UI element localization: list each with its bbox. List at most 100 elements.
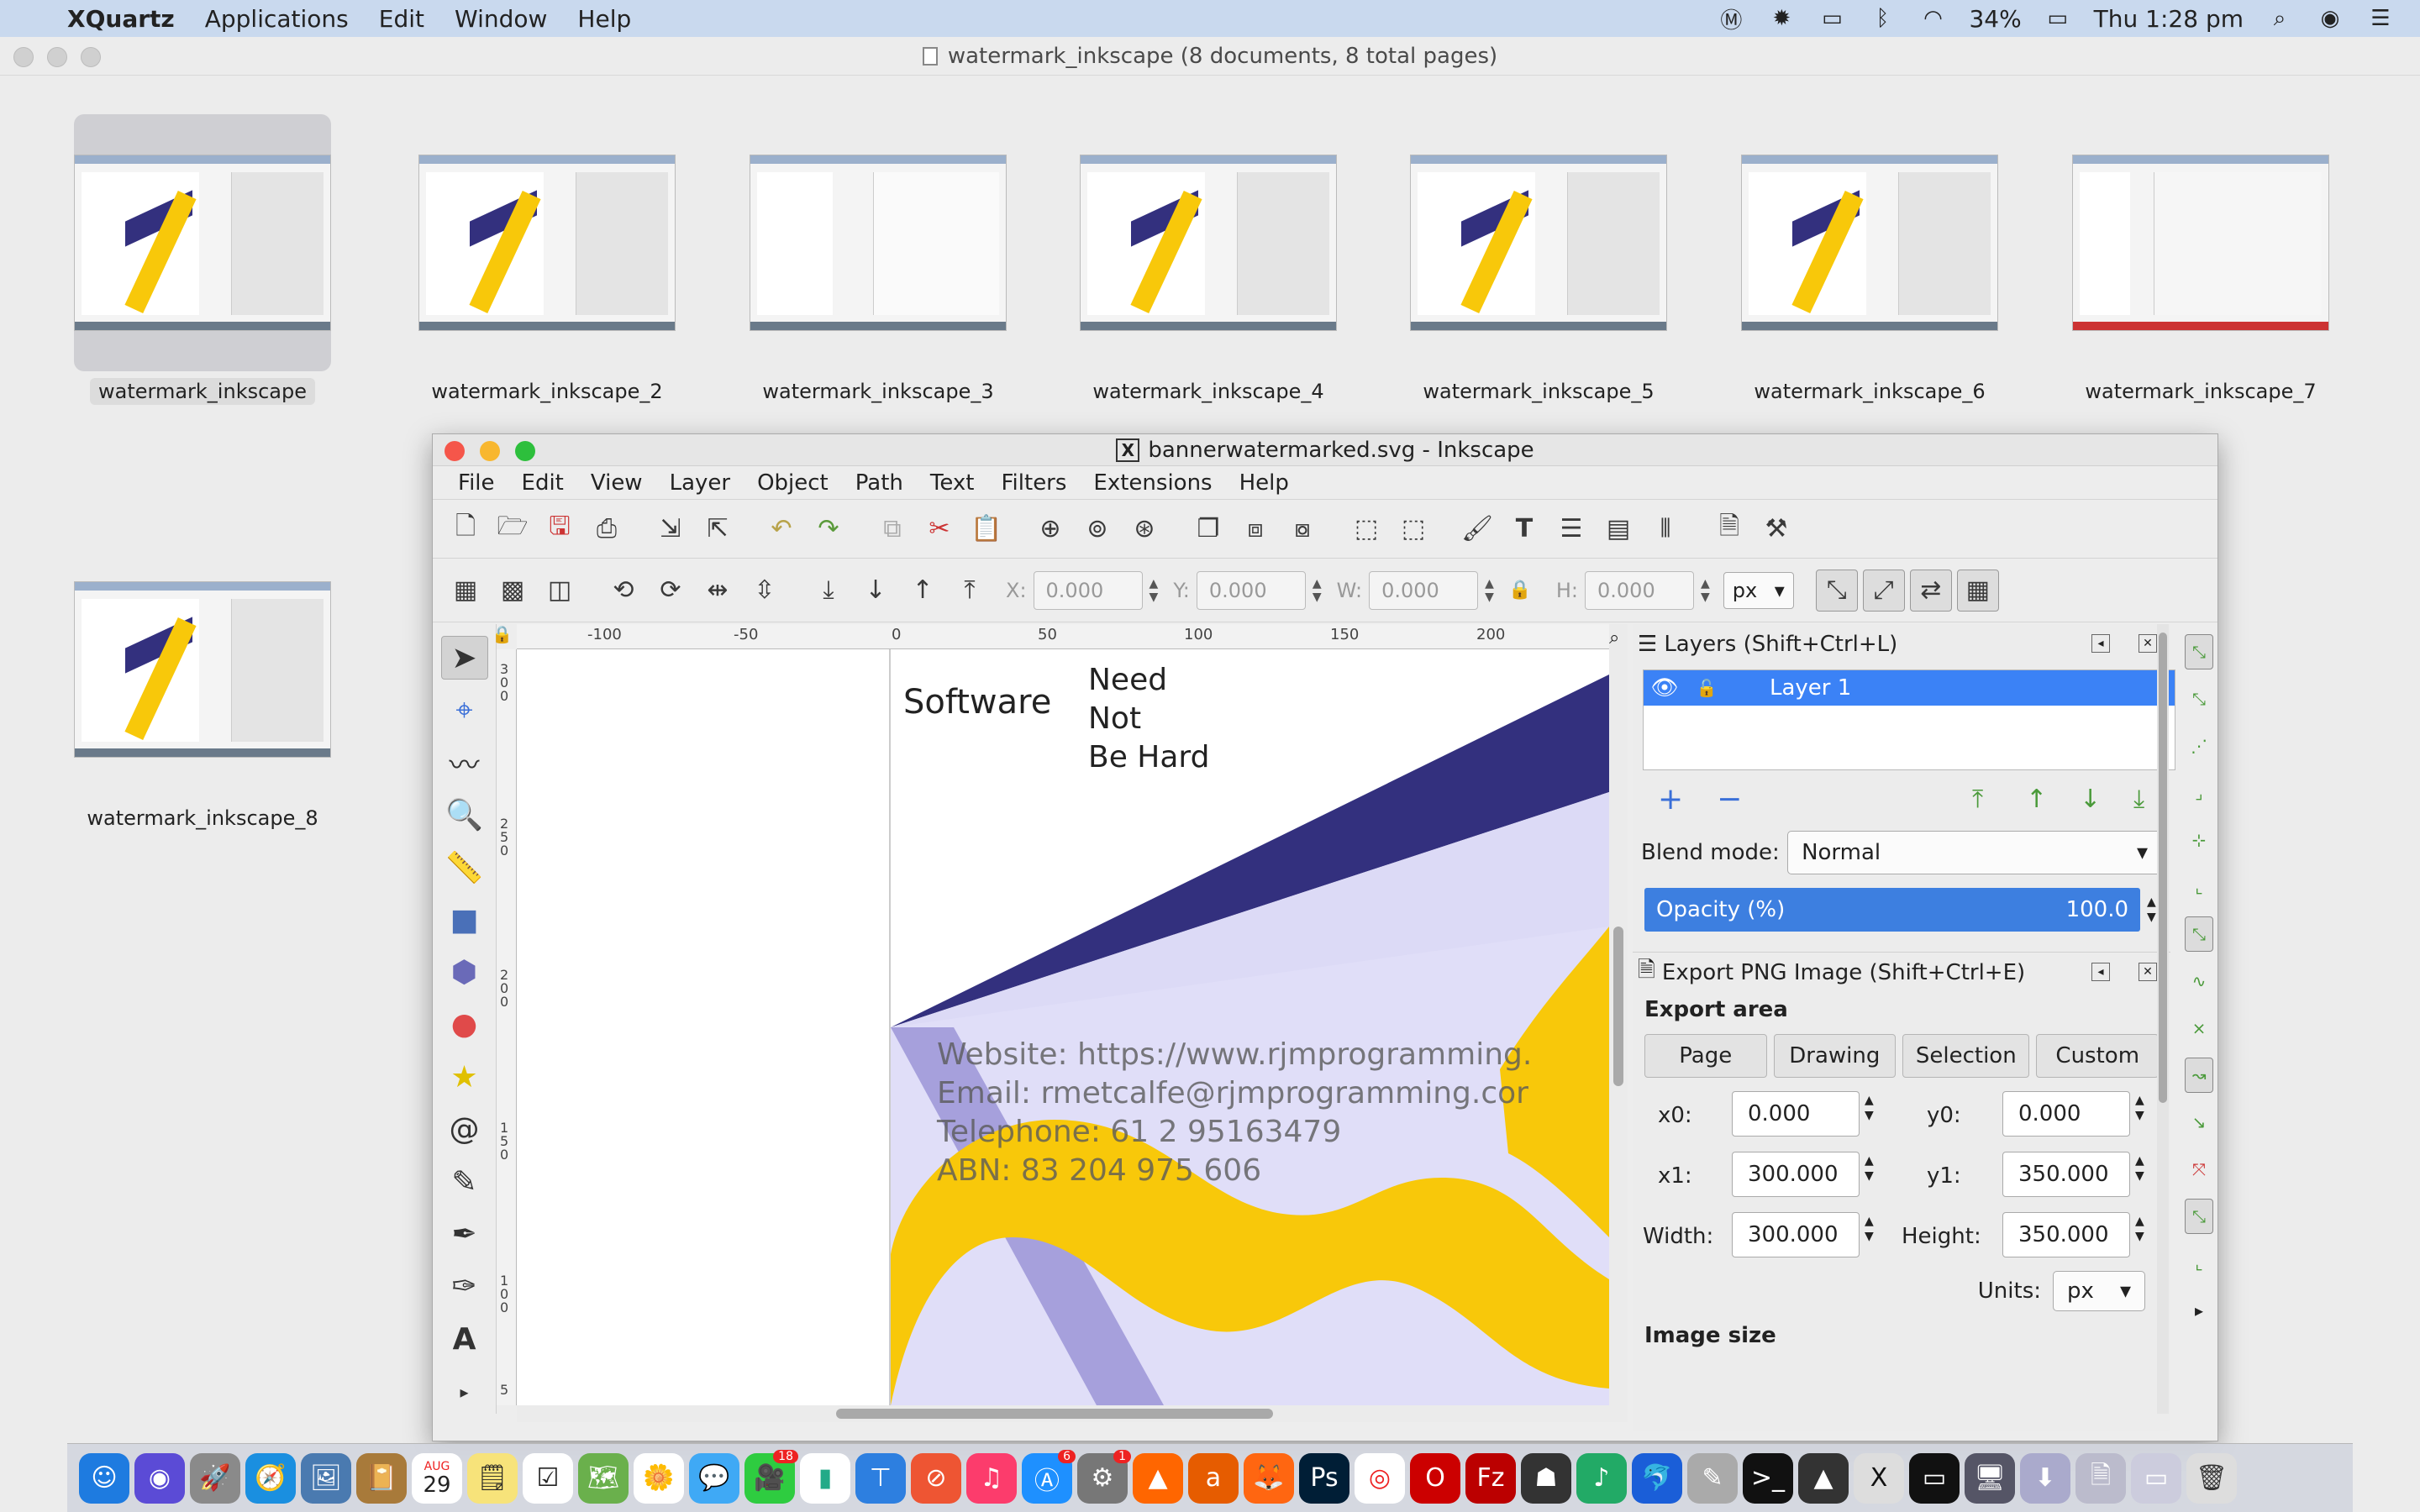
- move-patterns-icon[interactable]: ▦: [1956, 569, 1999, 612]
- y-input[interactable]: 0.000: [1196, 570, 1306, 610]
- menu-edit[interactable]: Edit: [508, 470, 577, 496]
- finder-icon[interactable]: ☺: [79, 1452, 129, 1504]
- import-icon[interactable]: ⇲: [650, 508, 692, 550]
- bluetooth-icon[interactable]: ᛒ: [1868, 6, 1897, 31]
- xquartz-dock-icon[interactable]: X: [1854, 1452, 1904, 1504]
- safari-icon[interactable]: 🧭: [245, 1452, 296, 1504]
- layer-name[interactable]: Layer 1: [1770, 675, 1851, 701]
- x1-stepper-icon[interactable]: ▲ ▼: [1865, 1153, 1874, 1184]
- thumbnail-8[interactable]: watermark_inkscape_8: [74, 541, 331, 832]
- fill-stroke-icon[interactable]: 🖌: [1456, 508, 1498, 550]
- units-select[interactable]: px ▾: [2053, 1271, 2145, 1311]
- panel-close-icon[interactable]: ✕: [2139, 963, 2157, 981]
- siri-icon[interactable]: ◉: [2316, 6, 2344, 31]
- select-all-icon[interactable]: ▦: [445, 570, 487, 612]
- numbers-icon[interactable]: ▮: [800, 1452, 850, 1504]
- raise-layer-icon[interactable]: ↑: [2026, 785, 2047, 814]
- spiral-tool-icon[interactable]: @: [441, 1108, 488, 1152]
- opacity-slider[interactable]: Opacity (%) 100.0: [1644, 888, 2140, 932]
- lower-bottom-icon[interactable]: ⤓: [808, 570, 850, 612]
- photoshop-icon[interactable]: Ps: [1299, 1452, 1349, 1504]
- group-icon[interactable]: ⬚: [1345, 508, 1387, 550]
- layer-row[interactable]: 👁 🔓 Layer 1: [1644, 670, 2175, 706]
- snap-enable-icon[interactable]: ⤡: [2185, 634, 2213, 669]
- select-all-layers-icon[interactable]: ▩: [492, 570, 534, 612]
- rotate-cw-icon[interactable]: ⟳: [650, 570, 692, 612]
- mysql-icon[interactable]: 🐬: [1632, 1452, 1682, 1504]
- y0-stepper-icon[interactable]: ▲ ▼: [2135, 1093, 2144, 1123]
- desktop-stack-icon[interactable]: ▭: [2131, 1452, 2181, 1504]
- spotlight-search-icon[interactable]: ⌕: [2265, 6, 2294, 31]
- document-properties-icon[interactable]: 🗎: [1708, 508, 1750, 550]
- more-snaps-icon[interactable]: ▸: [2185, 1293, 2213, 1328]
- panel-iconify-icon[interactable]: ◂: [2091, 634, 2110, 653]
- x0-stepper-icon[interactable]: ▲ ▼: [1865, 1093, 1874, 1123]
- close-button[interactable]: [13, 47, 34, 67]
- documents-stack-icon[interactable]: 🗎: [2075, 1452, 2126, 1504]
- preferences-icon[interactable]: ⚒: [1755, 508, 1797, 550]
- width-input[interactable]: 300.000: [1732, 1212, 1860, 1257]
- battery-percent[interactable]: 34%: [1969, 5, 2021, 33]
- node-tool-icon[interactable]: ⌖: [441, 688, 488, 732]
- facetime-icon[interactable]: 🎥 18: [744, 1449, 798, 1504]
- thumbnail-5[interactable]: watermark_inkscape_5: [1410, 114, 1667, 405]
- menu-object[interactable]: Object: [744, 470, 842, 496]
- chrome-icon[interactable]: ◎: [1355, 1452, 1405, 1504]
- xml-editor-icon[interactable]: ▤: [1597, 508, 1639, 550]
- height-input[interactable]: 350.000: [2002, 1212, 2130, 1257]
- paste-icon[interactable]: 📋: [965, 508, 1007, 550]
- notification-center-icon[interactable]: ☰: [2366, 6, 2395, 31]
- menu-help[interactable]: Help: [1226, 470, 1302, 496]
- thumbnail-6[interactable]: watermark_inkscape_6: [1741, 114, 1998, 405]
- y0-input[interactable]: 0.000: [2002, 1091, 2130, 1137]
- snap-nodes-icon[interactable]: ⤡: [2185, 916, 2213, 952]
- duplicate-icon[interactable]: ❐: [1187, 508, 1229, 550]
- trash-icon[interactable]: 🗑: [2186, 1452, 2237, 1504]
- w-stepper-icon[interactable]: ▲ ▼: [1485, 577, 1494, 604]
- snap-bbox-edge-icon[interactable]: ⋰: [2185, 728, 2213, 764]
- menubar-item-window[interactable]: Window: [439, 5, 562, 33]
- align-distribute-icon[interactable]: ⫴: [1644, 508, 1686, 550]
- snap-centers-icon[interactable]: ⤧: [2185, 1152, 2213, 1187]
- snap-paths-icon[interactable]: ∿: [2185, 963, 2213, 999]
- menubar-item-help[interactable]: Help: [562, 5, 646, 33]
- export-custom-button[interactable]: Custom: [2036, 1034, 2159, 1078]
- vlc-icon[interactable]: ▲: [1133, 1452, 1183, 1504]
- snap-smooth-nodes-icon[interactable]: ↝: [2185, 1058, 2213, 1093]
- preview-icon[interactable]: 🖼: [301, 1452, 351, 1504]
- menu-layer[interactable]: Layer: [656, 470, 744, 496]
- menubar-clock[interactable]: Thu 1:28 pm: [2094, 5, 2244, 33]
- deselect-icon[interactable]: ◫: [539, 570, 581, 612]
- thumbnail-4[interactable]: watermark_inkscape_4: [1080, 114, 1337, 405]
- y1-input[interactable]: 350.000: [2002, 1152, 2130, 1197]
- ellipse-tool-icon[interactable]: ●: [441, 1003, 488, 1047]
- height-stepper-icon[interactable]: ▲ ▼: [2135, 1214, 2144, 1244]
- battery-icon[interactable]: ▭: [2044, 6, 2072, 31]
- h-input[interactable]: 0.000: [1585, 570, 1694, 610]
- zoom-page-icon[interactable]: ⊛: [1123, 508, 1165, 550]
- scale-stroke-icon[interactable]: ⤡: [1815, 569, 1858, 612]
- downloads-stack-icon[interactable]: ⬇: [2020, 1452, 2070, 1504]
- drawing-canvas[interactable]: Software Need Not Be Hard Website: https…: [517, 649, 1609, 1405]
- star-tool-icon[interactable]: ★: [441, 1055, 488, 1099]
- x1-input[interactable]: 300.000: [1732, 1152, 1860, 1197]
- messages-icon[interactable]: 💬: [689, 1452, 739, 1504]
- vertical-scrollbar[interactable]: [1609, 624, 1628, 1422]
- menu-file[interactable]: File: [445, 470, 508, 496]
- thumbnail-2[interactable]: watermark_inkscape_2: [418, 114, 676, 405]
- zoom-drawing-icon[interactable]: ⊚: [1076, 508, 1118, 550]
- menubar-item-edit[interactable]: Edit: [364, 5, 439, 33]
- layers-icon[interactable]: ☰: [1550, 508, 1592, 550]
- screen-sharing-icon[interactable]: 🖥: [1965, 1452, 2015, 1504]
- snap-midpoints-icon[interactable]: ↘: [2185, 1105, 2213, 1140]
- opera-icon[interactable]: O: [1410, 1452, 1460, 1504]
- clone-icon[interactable]: ⧈: [1234, 508, 1276, 550]
- menu-filters[interactable]: Filters: [987, 470, 1080, 496]
- more-tools-icon[interactable]: ▸: [441, 1370, 488, 1414]
- zoom-selection-icon[interactable]: ⊕: [1029, 508, 1071, 550]
- lock-icon[interactable]: 🔓: [1686, 678, 1728, 698]
- snap-bbox-midpoint-icon[interactable]: ⊹: [2185, 822, 2213, 858]
- zoom-tool-icon[interactable]: 🔍: [441, 793, 488, 837]
- panel-close-icon[interactable]: ✕: [2139, 634, 2157, 653]
- keynote-icon[interactable]: ⊤: [855, 1452, 906, 1504]
